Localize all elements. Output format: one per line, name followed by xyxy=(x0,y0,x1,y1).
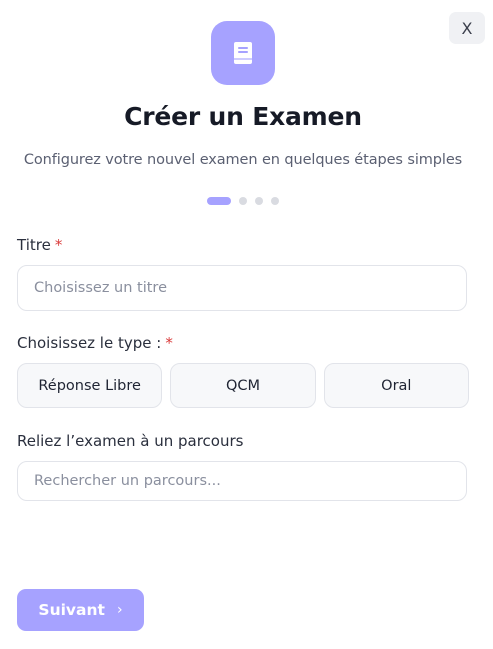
title-label-text: Titre xyxy=(17,236,51,254)
type-option-reponse-libre[interactable]: Réponse Libre xyxy=(17,363,163,408)
type-field-label: Choisissez le type : * xyxy=(17,334,173,352)
logo-badge xyxy=(211,21,275,85)
type-option-qcm[interactable]: QCM xyxy=(170,363,316,408)
step-dot-1 xyxy=(207,197,231,205)
step-dot-2 xyxy=(239,197,247,205)
course-search-input[interactable]: Rechercher un parcours... xyxy=(17,461,467,501)
title-input[interactable]: Choisissez un titre xyxy=(17,265,467,311)
type-option-oral[interactable]: Oral xyxy=(323,363,469,408)
next-label: Suivant xyxy=(38,601,105,619)
step-dot-3 xyxy=(255,197,263,205)
page-title: Créer un Examen xyxy=(124,102,362,131)
step-indicator xyxy=(207,197,279,205)
page-subtitle: Configurez votre nouvel examen en quelqu… xyxy=(23,152,463,168)
book-icon xyxy=(234,42,252,64)
required-mark: * xyxy=(54,236,63,254)
next-button[interactable]: Suivant › xyxy=(17,589,144,631)
title-field-label: Titre * xyxy=(17,236,62,254)
chevron-right-icon: › xyxy=(116,602,123,618)
step-dot-4 xyxy=(271,197,279,205)
required-mark: * xyxy=(165,334,173,352)
create-exam-modal: X Créer un Examen Configurez votre nouve… xyxy=(0,0,493,649)
type-label-text: Choisissez le type : xyxy=(17,334,162,352)
type-options: Réponse Libre QCM Oral xyxy=(17,363,469,408)
title-placeholder: Choisissez un titre xyxy=(34,280,167,296)
close-label: X xyxy=(461,18,473,38)
course-placeholder: Rechercher un parcours... xyxy=(34,473,221,489)
course-field-label: Reliez l’examen à un parcours xyxy=(17,432,244,450)
close-button[interactable]: X xyxy=(449,12,485,44)
